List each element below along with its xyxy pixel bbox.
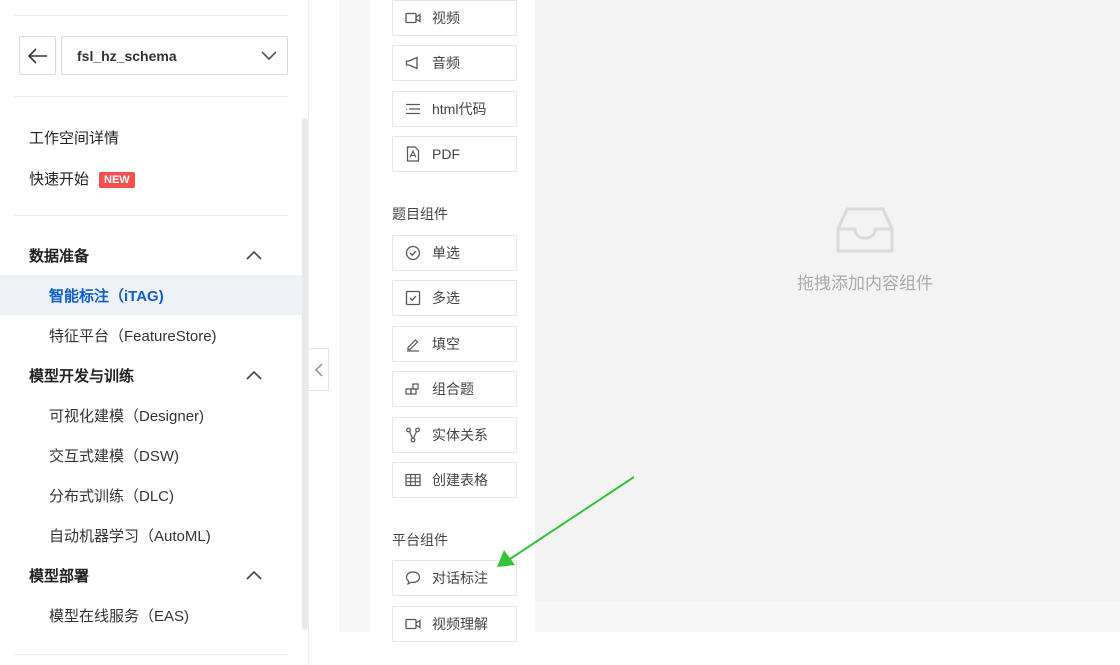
component-combo-question[interactable]: 组合题	[392, 371, 517, 407]
annotation-arrow	[497, 476, 635, 567]
table-icon	[404, 471, 422, 489]
component-pdf[interactable]: PDF	[392, 136, 517, 172]
component-entity-relation[interactable]: 实体关系	[392, 417, 517, 453]
component-video-understanding[interactable]: 视频理解	[392, 606, 517, 642]
divider	[14, 215, 288, 216]
video-icon	[404, 615, 422, 633]
chevron-down-icon	[261, 50, 277, 60]
nav-group-model-dev[interactable]: 模型开发与训练	[0, 355, 302, 395]
nav-item-dlc[interactable]: 分布式训练（DLC)	[0, 475, 302, 515]
relation-icon	[404, 426, 422, 444]
workspace-name: fsl_hz_schema	[77, 47, 177, 64]
nav-workspace-details[interactable]: 工作空间详情	[29, 127, 119, 148]
collapse-sidebar-button[interactable]	[309, 348, 329, 391]
section-title-platform: 平台组件	[392, 532, 448, 548]
canvas-empty-state: 拖拽添加内容组件	[780, 205, 950, 294]
back-button[interactable]	[19, 36, 56, 75]
chat-bubble-icon	[404, 569, 422, 587]
component-video[interactable]: 视频	[392, 0, 517, 36]
sidebar-scrollbar[interactable]	[302, 118, 308, 630]
check-square-icon	[404, 289, 422, 307]
chevron-up-icon	[246, 370, 262, 380]
inbox-icon	[836, 207, 894, 253]
sidebar: fsl_hz_schema 工作空间详情 快速开始 NEW 数据准备 智能标注（i…	[0, 0, 309, 665]
nav-item-designer[interactable]: 可视化建模（Designer)	[0, 395, 302, 435]
video-icon	[404, 9, 422, 27]
blocks-icon	[404, 380, 422, 398]
component-html[interactable]: html代码	[392, 91, 517, 127]
speaker-icon	[404, 54, 422, 72]
divider	[14, 15, 288, 16]
component-multi-choice[interactable]: 多选	[392, 280, 517, 316]
section-title-question: 题目组件	[392, 206, 448, 222]
nav-item-automl[interactable]: 自动机器学习（AutoML)	[0, 515, 302, 555]
divider	[14, 654, 288, 655]
divider	[14, 96, 288, 97]
pen-icon	[404, 335, 422, 353]
new-badge: NEW	[99, 172, 135, 188]
component-audio[interactable]: 音频	[392, 45, 517, 81]
nav-item-itag[interactable]: 智能标注（iTAG)	[0, 275, 302, 315]
component-single-choice[interactable]: 单选	[392, 235, 517, 271]
nav-quick-start[interactable]: 快速开始 NEW	[29, 168, 135, 189]
nav-item-eas[interactable]: 模型在线服务（EAS)	[0, 595, 302, 635]
code-lines-icon	[404, 100, 422, 118]
component-fill-blank[interactable]: 填空	[392, 326, 517, 362]
chevron-up-icon	[246, 250, 262, 260]
chevron-up-icon	[246, 570, 262, 580]
canvas-empty-text: 拖拽添加内容组件	[797, 274, 933, 293]
nav-item-dsw[interactable]: 交互式建模（DSW)	[0, 435, 302, 475]
chevron-left-icon	[314, 363, 322, 376]
nav-item-featurestore[interactable]: 特征平台（FeatureStore)	[0, 315, 302, 355]
workspace-select[interactable]: fsl_hz_schema	[61, 36, 288, 75]
nav-group-model-deploy[interactable]: 模型部署	[0, 555, 302, 595]
check-circle-icon	[404, 244, 422, 262]
nav-group-data-prep[interactable]: 数据准备	[0, 235, 302, 275]
arrow-left-icon	[27, 47, 47, 64]
pdf-file-icon	[404, 145, 422, 163]
